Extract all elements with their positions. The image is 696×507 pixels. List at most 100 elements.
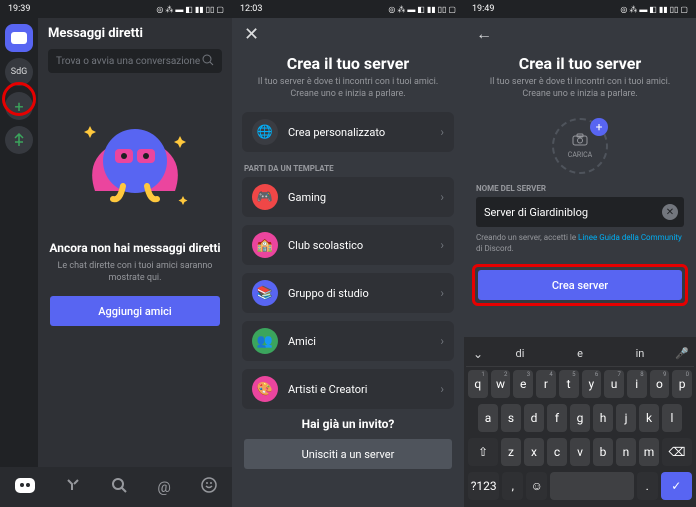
server-name-label: Nome del server — [464, 176, 696, 197]
status-icons: ◎ ⁂ ▬ ◧ ▮▮ ▯▯ ▢ — [156, 5, 224, 14]
key-u[interactable]: u7 — [604, 370, 624, 398]
key-shift[interactable]: ⇧ — [468, 438, 498, 466]
key-m[interactable]: m — [639, 438, 659, 466]
templates-section-label: Parti da un template — [232, 160, 464, 177]
status-icons: ◎ ⁂ ▬ ◧ ▮▮ ▯▯ ▢ — [388, 5, 456, 14]
chevron-right-icon: › — [440, 238, 444, 252]
key-n[interactable]: n — [616, 438, 636, 466]
join-server-button[interactable]: Unisciti a un server — [244, 439, 452, 469]
server-sdg[interactable]: SdG — [5, 58, 33, 86]
key-enter[interactable]: ✓ — [661, 472, 692, 500]
key-p[interactable]: p0 — [672, 370, 692, 398]
key-b[interactable]: b — [593, 438, 613, 466]
key-backspace[interactable]: ⌫ — [662, 438, 692, 466]
search-input[interactable]: Trova o avvia una conversazione — [48, 49, 222, 73]
template-study-group[interactable]: 📚 Gruppo di studio › — [242, 273, 454, 313]
key-comma[interactable]: , — [502, 472, 523, 500]
camera-icon — [572, 133, 588, 150]
template-label: Gruppo di studio — [288, 287, 440, 300]
upload-avatar-button[interactable]: + CARICA — [552, 118, 608, 174]
server-name-input[interactable] — [476, 197, 684, 227]
empty-illustration — [38, 81, 232, 241]
mic-icon[interactable]: 🎤 — [670, 347, 694, 360]
key-v[interactable]: v — [570, 438, 590, 466]
key-q[interactable]: q1 — [468, 370, 488, 398]
dm-home-button[interactable] — [5, 24, 33, 52]
add-friends-button[interactable]: Aggiungi amici — [50, 296, 220, 326]
nav-mentions-icon[interactable]: @ — [157, 478, 170, 496]
upload-label: CARICA — [568, 151, 592, 159]
chevron-right-icon: › — [440, 190, 444, 204]
study-icon: 📚 — [252, 280, 278, 306]
template-label: Gaming — [288, 191, 440, 204]
template-label: Crea personalizzato — [288, 126, 440, 139]
explore-button[interactable] — [5, 126, 33, 154]
community-guidelines-link[interactable]: Linee Guida della Community — [578, 233, 682, 242]
custom-icon: 🌐 — [252, 119, 278, 145]
artists-icon: 🎨 — [252, 376, 278, 402]
key-d[interactable]: d — [524, 404, 544, 432]
template-label: Artisti e Creatori — [288, 383, 440, 396]
template-custom[interactable]: 🌐 Crea personalizzato › — [242, 112, 454, 152]
key-j[interactable]: j — [616, 404, 636, 432]
add-server-button[interactable]: + — [5, 92, 33, 120]
key-z[interactable]: z — [501, 438, 521, 466]
plus-icon: + — [590, 118, 608, 136]
search-icon — [202, 54, 214, 69]
status-bar: 19:39 ◎ ⁂ ▬ ◧ ▮▮ ▯▯ ▢ — [0, 0, 232, 18]
status-time: 19:49 — [472, 4, 494, 14]
nav-friends-icon[interactable] — [65, 477, 81, 497]
page-subtitle: Il tuo server è dove ti incontri con i t… — [232, 73, 464, 112]
key-k[interactable]: k — [639, 404, 659, 432]
key-symbols[interactable]: ?123 — [468, 472, 499, 500]
terms-text: Creando un server, accetti le Linee Guid… — [464, 227, 696, 260]
nav-search-icon[interactable] — [111, 477, 127, 497]
nav-profile-icon[interactable] — [201, 477, 217, 497]
key-w[interactable]: w2 — [491, 370, 511, 398]
template-artists[interactable]: 🎨 Artisti e Creatori › — [242, 369, 454, 409]
key-e[interactable]: e3 — [513, 370, 533, 398]
dm-panel: Messaggi diretti Trova o avvia una conve… — [38, 18, 232, 467]
server-rail: SdG + — [0, 18, 38, 467]
bottom-nav: @ — [0, 467, 232, 507]
key-period[interactable]: . — [637, 472, 658, 500]
key-l[interactable]: l — [662, 404, 682, 432]
key-y[interactable]: y6 — [582, 370, 602, 398]
key-t[interactable]: t5 — [559, 370, 579, 398]
screen-create-server-form: 19:49 ◎ ⁂ ▬ ◧ ▮▮ ▯▯ ▢ ← Crea il tuo serv… — [464, 0, 696, 507]
key-a[interactable]: a — [478, 404, 498, 432]
key-o[interactable]: o9 — [650, 370, 670, 398]
empty-state-title: Ancora non hai messaggi diretti — [38, 241, 232, 255]
create-server-button[interactable]: Crea server — [478, 270, 682, 300]
search-placeholder: Trova o avvia una conversazione — [56, 56, 200, 67]
chevron-down-icon[interactable]: ⌄ — [466, 347, 490, 361]
empty-state-subtitle: Le chat dirette con i tuoi amici saranno… — [38, 261, 232, 284]
key-s[interactable]: s — [501, 404, 521, 432]
template-friends[interactable]: 👥 Amici › — [242, 321, 454, 361]
key-i[interactable]: i8 — [627, 370, 647, 398]
close-icon[interactable]: ✕ — [244, 24, 259, 45]
nav-home-icon[interactable] — [15, 478, 35, 497]
key-emoji[interactable]: ☺ — [526, 472, 547, 500]
back-icon[interactable]: ← — [476, 24, 492, 44]
status-bar: 19:49 ◎ ⁂ ▬ ◧ ▮▮ ▯▯ ▢ — [464, 0, 696, 18]
status-icons: ◎ ⁂ ▬ ◧ ▮▮ ▯▯ ▢ — [620, 5, 688, 14]
key-r[interactable]: r4 — [536, 370, 556, 398]
suggestion[interactable]: e — [550, 347, 610, 360]
template-school-club[interactable]: 🏫 Club scolastico › — [242, 225, 454, 265]
gaming-icon: 🎮 — [252, 184, 278, 210]
suggestion[interactable]: di — [490, 347, 550, 360]
template-gaming[interactable]: 🎮 Gaming › — [242, 177, 454, 217]
key-x[interactable]: x — [524, 438, 544, 466]
suggestion[interactable]: in — [610, 347, 670, 360]
template-label: Club scolastico — [288, 239, 440, 252]
friends-icon: 👥 — [252, 328, 278, 354]
dm-title: Messaggi diretti — [38, 18, 232, 49]
key-f[interactable]: f — [547, 404, 567, 432]
page-title: Crea il tuo server — [232, 54, 464, 73]
key-g[interactable]: g — [570, 404, 590, 432]
key-space[interactable] — [550, 472, 634, 500]
key-c[interactable]: c — [547, 438, 567, 466]
chevron-right-icon: › — [440, 382, 444, 396]
key-h[interactable]: h — [593, 404, 613, 432]
